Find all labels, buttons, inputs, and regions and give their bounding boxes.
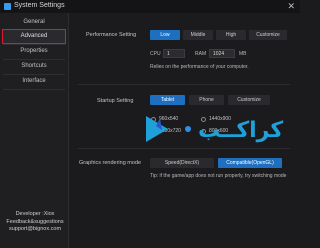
startup-phone-button[interactable]: Phone	[189, 95, 224, 105]
sidebar: General Advanced Properties Shortcuts In…	[0, 13, 69, 248]
performance-setting-label: Performance Setting	[86, 32, 137, 38]
ram-unit-label: MB	[239, 51, 247, 57]
developer-info: Developer :Xiox Feedback&suggestions sup…	[4, 211, 66, 234]
sidebar-item-general[interactable]: General	[3, 16, 65, 29]
startup-customize-button[interactable]: Customize	[228, 95, 270, 105]
performance-middle-button[interactable]: Middle	[183, 30, 213, 40]
graphics-tip: Tip: if the game/app does not run proper…	[150, 173, 287, 179]
sidebar-item-shortcuts[interactable]: Shortcuts	[3, 60, 65, 73]
ram-field[interactable]: 1024	[209, 49, 235, 58]
startup-tablet-button[interactable]: Tablet	[150, 95, 185, 105]
performance-note: Relies on the performance of your comput…	[150, 64, 249, 70]
graphics-directx-button[interactable]: Speed(DirectX)	[150, 158, 214, 168]
cpu-field[interactable]: 1	[163, 49, 185, 58]
startup-setting-label: Startup Setting	[97, 98, 134, 104]
app-icon	[4, 3, 11, 10]
performance-high-button[interactable]: High	[216, 30, 246, 40]
sidebar-item-advanced[interactable]: Advanced	[2, 29, 66, 44]
support-email-link[interactable]: support@bignox.com	[4, 226, 66, 234]
title-bar: System Settings ✕	[0, 0, 300, 13]
window-title: System Settings	[14, 2, 65, 9]
watermark-text: کراکــب	[198, 118, 284, 143]
graphics-opengl-button[interactable]: Compatible(OpenGL)	[218, 158, 282, 168]
performance-customize-button[interactable]: Customize	[249, 30, 287, 40]
sidebar-divider	[3, 89, 65, 90]
graphics-mode-label: Graphics rendering mode	[79, 160, 142, 166]
play-triangle-icon	[146, 116, 168, 142]
cpu-label: CPU	[150, 51, 161, 57]
sidebar-item-interface[interactable]: Interface	[3, 75, 65, 88]
ram-label: RAM	[195, 51, 207, 57]
sidebar-item-properties[interactable]: Properties	[3, 45, 65, 58]
close-icon[interactable]: ✕	[287, 1, 295, 12]
dot-icon	[185, 126, 191, 132]
performance-low-button[interactable]: Low	[150, 30, 180, 40]
watermark-logo	[146, 116, 191, 142]
developer-label: Developer :Xiox	[15, 211, 55, 217]
feedback-label: Feedback&suggestions	[6, 218, 64, 225]
section-divider	[78, 84, 290, 85]
